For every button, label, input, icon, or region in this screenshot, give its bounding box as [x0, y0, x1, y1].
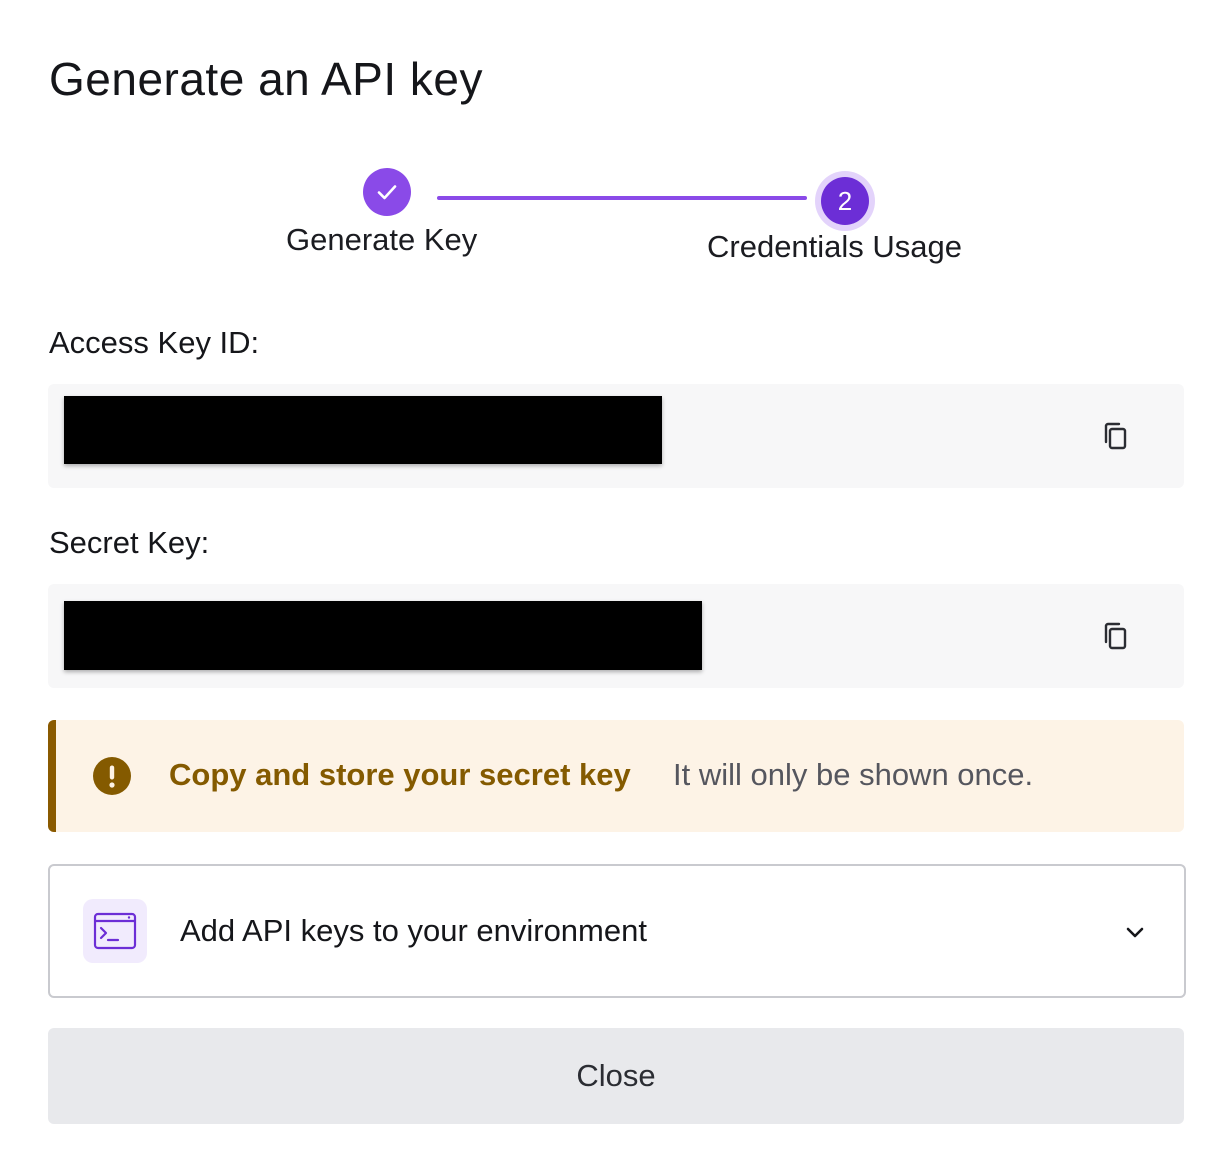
warning-accent-bar — [48, 720, 56, 832]
accordion-icon-tile — [83, 899, 147, 963]
chevron-down-icon — [1126, 927, 1144, 938]
copy-icon — [1104, 422, 1127, 450]
terminal-icon — [93, 912, 137, 950]
stepper-connector — [437, 196, 807, 200]
access-key-field — [48, 384, 1184, 488]
secret-key-value-redacted — [64, 601, 702, 670]
close-button[interactable]: Close — [48, 1028, 1184, 1124]
secret-key-warning: Copy and store your secret key It will o… — [48, 720, 1184, 832]
secret-key-field — [48, 584, 1184, 688]
step-2-indicator: 2 — [821, 177, 869, 225]
dialog-title: Generate an API key — [49, 53, 483, 105]
access-key-value-redacted — [64, 396, 662, 464]
step-1-label: Generate Key — [286, 222, 478, 257]
copy-access-key-button[interactable] — [1100, 420, 1132, 452]
copy-secret-key-button[interactable] — [1100, 620, 1132, 652]
check-icon — [377, 185, 397, 200]
access-key-label: Access Key ID: — [49, 325, 260, 360]
step-1-indicator — [363, 168, 411, 216]
env-setup-accordion[interactable]: Add API keys to your environment — [48, 864, 1186, 998]
exclamation-circle-icon — [93, 757, 131, 795]
secret-key-label: Secret Key: — [49, 525, 210, 560]
warning-title: Copy and store your secret key — [169, 757, 631, 792]
copy-icon — [1104, 622, 1127, 650]
warning-message: It will only be shown once. — [673, 757, 1034, 792]
accordion-title: Add API keys to your environment — [180, 913, 647, 948]
step-2-label: Credentials Usage — [707, 229, 963, 264]
